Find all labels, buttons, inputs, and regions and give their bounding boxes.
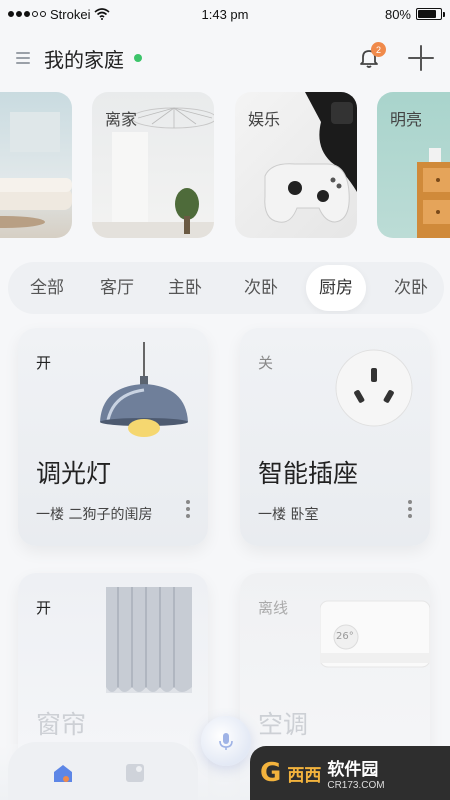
room-tabs: 全部 客厅 主卧 次卧 厨房 次卧: [8, 262, 444, 314]
tab-kitchen[interactable]: 厨房: [306, 265, 366, 311]
status-bar: Strokei 1:43 pm 80%: [0, 0, 450, 28]
scene-card-bright[interactable]: 明亮: [377, 92, 450, 238]
carrier-name: Strokei: [50, 6, 91, 22]
device-name: 调光灯: [36, 459, 112, 488]
scene-card-living[interactable]: [0, 92, 72, 238]
voice-assistant-button[interactable]: [201, 716, 251, 766]
scene-label: 明亮: [390, 110, 423, 129]
plus-icon[interactable]: [408, 45, 434, 71]
socket-icon: [335, 349, 413, 427]
more-options-icon[interactable]: [408, 500, 412, 518]
wifi-icon: [94, 8, 110, 20]
device-state: 关: [258, 354, 274, 372]
scene-carousel: 离家 娱乐 明亮: [0, 92, 450, 240]
online-status-dot: [134, 54, 142, 62]
device-card-dimmer-light[interactable]: 开 调光灯 一楼 二狗子的闺房: [18, 328, 208, 546]
home-title[interactable]: 我的家庭: [44, 44, 124, 73]
battery-percent: 80%: [384, 6, 411, 22]
scene-label: 离家: [105, 110, 138, 129]
device-location: 一楼 二狗子的闺房: [36, 507, 153, 523]
tab-all[interactable]: 全部: [16, 262, 78, 314]
nav-home[interactable]: [52, 762, 74, 784]
ac-temperature: 26°: [336, 631, 354, 642]
device-name: 智能插座: [258, 459, 359, 488]
watermark-brand: 西西: [287, 765, 322, 786]
status-right: 80%: [384, 6, 445, 22]
header: 我的家庭 2: [0, 36, 450, 80]
notification-badge: 2: [371, 42, 386, 57]
watermark: G 西西 软件园 CR173.COM: [250, 746, 450, 800]
watermark-logo: G: [260, 758, 282, 788]
nav-devices[interactable]: [124, 762, 146, 784]
clock: 1:43 pm: [201, 6, 249, 22]
status-left: Strokei: [8, 7, 110, 22]
device-state: 开: [36, 354, 52, 372]
scene-card-away[interactable]: 离家: [92, 92, 214, 238]
tab-second-bedroom-2[interactable]: 次卧: [380, 262, 442, 314]
menu-icon[interactable]: [16, 52, 30, 64]
tab-master-bedroom[interactable]: 主卧: [154, 262, 216, 314]
curtain-icon: [106, 587, 192, 693]
microphone-icon: [219, 733, 233, 750]
device-name: 空调: [258, 710, 309, 739]
watermark-name: 软件园: [327, 760, 379, 780]
device-location: 一楼 卧室: [258, 507, 319, 523]
device-name: 窗帘: [36, 710, 87, 739]
living-room-image: [0, 112, 72, 228]
device-card-smart-socket[interactable]: 关 智能插座 一楼 卧室: [240, 328, 430, 546]
notification-button[interactable]: 2: [356, 42, 386, 71]
battery-icon: [416, 8, 445, 20]
scene-card-entertainment[interactable]: 娱乐: [235, 92, 357, 238]
device-state: 开: [36, 599, 52, 617]
devices-icon: [126, 764, 144, 782]
more-options-icon[interactable]: [186, 500, 190, 518]
device-state: 离线: [258, 599, 289, 617]
signal-icon: [8, 11, 46, 17]
battery-level: [418, 10, 436, 18]
watermark-url: CR173.COM: [327, 780, 385, 791]
lamp-icon: [100, 342, 188, 437]
tab-second-bedroom[interactable]: 次卧: [230, 262, 292, 314]
scene-label: 娱乐: [248, 110, 281, 129]
tab-living-room[interactable]: 客厅: [86, 262, 148, 314]
bottom-nav: [8, 742, 198, 800]
home-icon: [54, 765, 72, 782]
watermark-text: 软件园 CR173.COM: [327, 755, 384, 791]
header-actions: 2: [356, 42, 434, 71]
